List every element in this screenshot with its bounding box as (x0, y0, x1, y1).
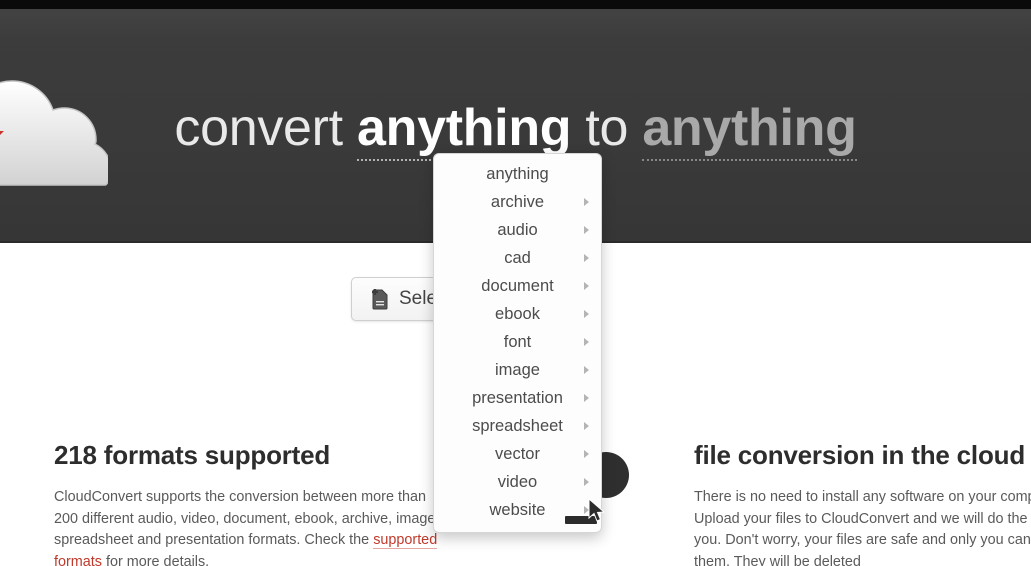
dropdown-item-label: ebook (495, 304, 540, 323)
cloud-body: There is no need to install any software… (694, 489, 1031, 566)
file-add-icon (370, 288, 390, 310)
dropdown-item-archive[interactable]: archive (434, 188, 601, 216)
dropdown-item-anything[interactable]: anything (434, 160, 601, 188)
dropdown-item-image[interactable]: image (434, 356, 601, 384)
dropdown-item-video[interactable]: video (434, 468, 601, 496)
dropdown-item-label: video (497, 472, 538, 491)
dropdown-item-font[interactable]: font (434, 328, 601, 356)
mouse-pointer-icon (588, 498, 606, 524)
dropdown-item-vector[interactable]: vector (434, 440, 601, 468)
top-black-strip (0, 0, 1031, 9)
chevron-right-icon (584, 478, 589, 486)
dropdown-item-document[interactable]: document (434, 272, 601, 300)
chevron-right-icon (584, 422, 589, 430)
dropdown-item-label: audio (497, 220, 538, 239)
chevron-right-icon (584, 226, 589, 234)
chevron-right-icon (584, 198, 589, 206)
chevron-right-icon (584, 310, 589, 318)
dropdown-item-label: website (489, 500, 546, 519)
formats-body-text-after: for more details. (101, 553, 210, 566)
headline-source-format[interactable]: anything (356, 99, 572, 161)
page-headline: convert anything to anything (0, 97, 1031, 161)
chevron-right-icon (584, 394, 589, 402)
dropdown-item-label: cad (504, 248, 531, 267)
column-cloud-conversion: file conversion in the cloud There is no… (694, 440, 1031, 566)
headline-text-convert: convert (174, 99, 357, 157)
chevron-right-icon (584, 254, 589, 262)
dropdown-item-label: anything (486, 164, 549, 183)
dropdown-item-audio[interactable]: audio (434, 216, 601, 244)
cloud-heading: file conversion in the cloud (694, 440, 1026, 470)
dropdown-item-label: document (481, 276, 554, 295)
hero-sheen (0, 9, 1031, 43)
chevron-right-icon (584, 338, 589, 346)
formats-heading: 218 formats supported (54, 440, 331, 470)
headline-target-format[interactable]: anything (642, 99, 857, 161)
dropdown-item-label: spreadsheet (472, 416, 563, 435)
chevron-right-icon (584, 282, 589, 290)
chevron-right-icon (584, 366, 589, 374)
dropdown-item-label: vector (495, 444, 540, 463)
dropdown-item-label: archive (490, 192, 545, 211)
dropdown-item-label: font (503, 332, 532, 351)
column-formats-supported: 218 formats supported CloudConvert suppo… (54, 440, 449, 566)
dropdown-item-spreadsheet[interactable]: spreadsheet (434, 412, 601, 440)
page-root: convert anything to anything Select file… (0, 0, 1031, 566)
dropdown-item-label: presentation (472, 388, 563, 407)
format-category-dropdown[interactable]: anything archive audio cad document ebook font… (433, 153, 602, 533)
chevron-right-icon (584, 450, 589, 458)
dropdown-item-cad[interactable]: cad (434, 244, 601, 272)
dropdown-item-ebook[interactable]: ebook (434, 300, 601, 328)
headline-text-to: to (571, 99, 643, 157)
dropdown-item-presentation[interactable]: presentation (434, 384, 601, 412)
formats-body: CloudConvert supports the conversion bet… (54, 487, 449, 566)
dropdown-item-label: image (495, 360, 540, 379)
